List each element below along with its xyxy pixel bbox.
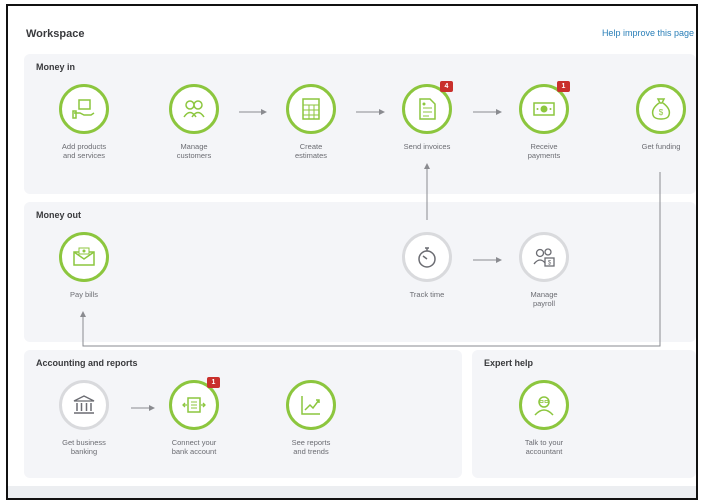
- see-reports-button[interactable]: [286, 380, 336, 430]
- get-banking-button[interactable]: [59, 380, 109, 430]
- money-out-title: Money out: [36, 210, 81, 220]
- node-label: Manage customers: [176, 142, 212, 160]
- expert-help-title: Expert help: [484, 358, 534, 368]
- node-receive-payments[interactable]: 1 Receive payments: [489, 81, 599, 160]
- accounting-title: Accounting and reports: [36, 358, 138, 368]
- node-talk-accountant[interactable]: Talk to your accountant: [489, 380, 599, 456]
- bank-icon: [73, 395, 95, 414]
- node-label: Receive payments: [527, 142, 561, 160]
- get-funding-button[interactable]: $: [636, 84, 686, 134]
- node-label: Get business banking: [62, 438, 106, 456]
- node-label: Send invoices: [403, 142, 451, 151]
- track-time-button[interactable]: [402, 232, 452, 282]
- page-title: Workspace: [26, 28, 85, 40]
- add-products-button[interactable]: [59, 84, 109, 134]
- manage-payroll-button[interactable]: $: [519, 232, 569, 282]
- chart-icon: [301, 396, 320, 415]
- money-bag-icon: $: [651, 98, 671, 120]
- money-in-title: Money in: [36, 62, 76, 72]
- node-get-banking[interactable]: Get business banking: [29, 380, 139, 456]
- help-improve-link[interactable]: Help improve this page: [602, 28, 694, 38]
- node-label: Add products and services: [61, 142, 107, 160]
- node-manage-customers[interactable]: Manage customers: [139, 84, 249, 160]
- bill-envelope-icon: [73, 247, 95, 266]
- node-label: Track time: [409, 290, 445, 299]
- node-connect-bank[interactable]: 1 Connect your bank account: [139, 377, 249, 456]
- node-label: See reports and trends: [291, 438, 331, 456]
- node-label: Connect your bank account: [171, 438, 217, 456]
- create-estimates-button[interactable]: [286, 84, 336, 134]
- node-get-funding[interactable]: $ Get funding: [606, 84, 704, 151]
- receive-payments-button[interactable]: 1: [519, 81, 570, 134]
- accountant-icon: [534, 396, 554, 416]
- connect-bank-button[interactable]: 1: [169, 377, 220, 430]
- node-create-estimates[interactable]: Create estimates: [256, 84, 366, 160]
- node-see-reports[interactable]: See reports and trends: [256, 380, 366, 456]
- node-label: Pay bills: [70, 290, 98, 299]
- node-manage-payroll[interactable]: $ Manage payroll: [489, 232, 599, 308]
- payment-icon: [533, 102, 555, 116]
- payroll-icon: $: [533, 248, 555, 267]
- payments-badge: 1: [557, 81, 570, 92]
- connect-bank-badge: 1: [207, 377, 220, 388]
- manage-customers-button[interactable]: [169, 84, 219, 134]
- svg-text:$: $: [659, 108, 664, 117]
- node-add-products[interactable]: Add products and services: [29, 84, 139, 160]
- node-label: Create estimates: [294, 142, 328, 160]
- customers-icon: [183, 100, 205, 118]
- talk-accountant-button[interactable]: [519, 380, 569, 430]
- node-track-time[interactable]: Track time: [372, 232, 482, 299]
- bottom-strip: [8, 486, 696, 498]
- node-label: Talk to your accountant: [524, 438, 564, 456]
- bank-connect-icon: [182, 397, 206, 413]
- invoices-badge: 4: [440, 81, 453, 92]
- node-pay-bills[interactable]: Pay bills: [29, 232, 139, 299]
- node-label: Manage payroll: [530, 290, 558, 308]
- node-label: Get funding: [641, 142, 681, 151]
- pay-bills-button[interactable]: [59, 232, 109, 282]
- stopwatch-icon: [418, 247, 436, 268]
- product-hand-icon: [72, 99, 95, 119]
- invoice-icon: [419, 98, 436, 120]
- send-invoices-button[interactable]: 4: [402, 81, 453, 134]
- estimate-icon: [302, 98, 320, 120]
- node-send-invoices[interactable]: 4 Send invoices: [372, 81, 482, 151]
